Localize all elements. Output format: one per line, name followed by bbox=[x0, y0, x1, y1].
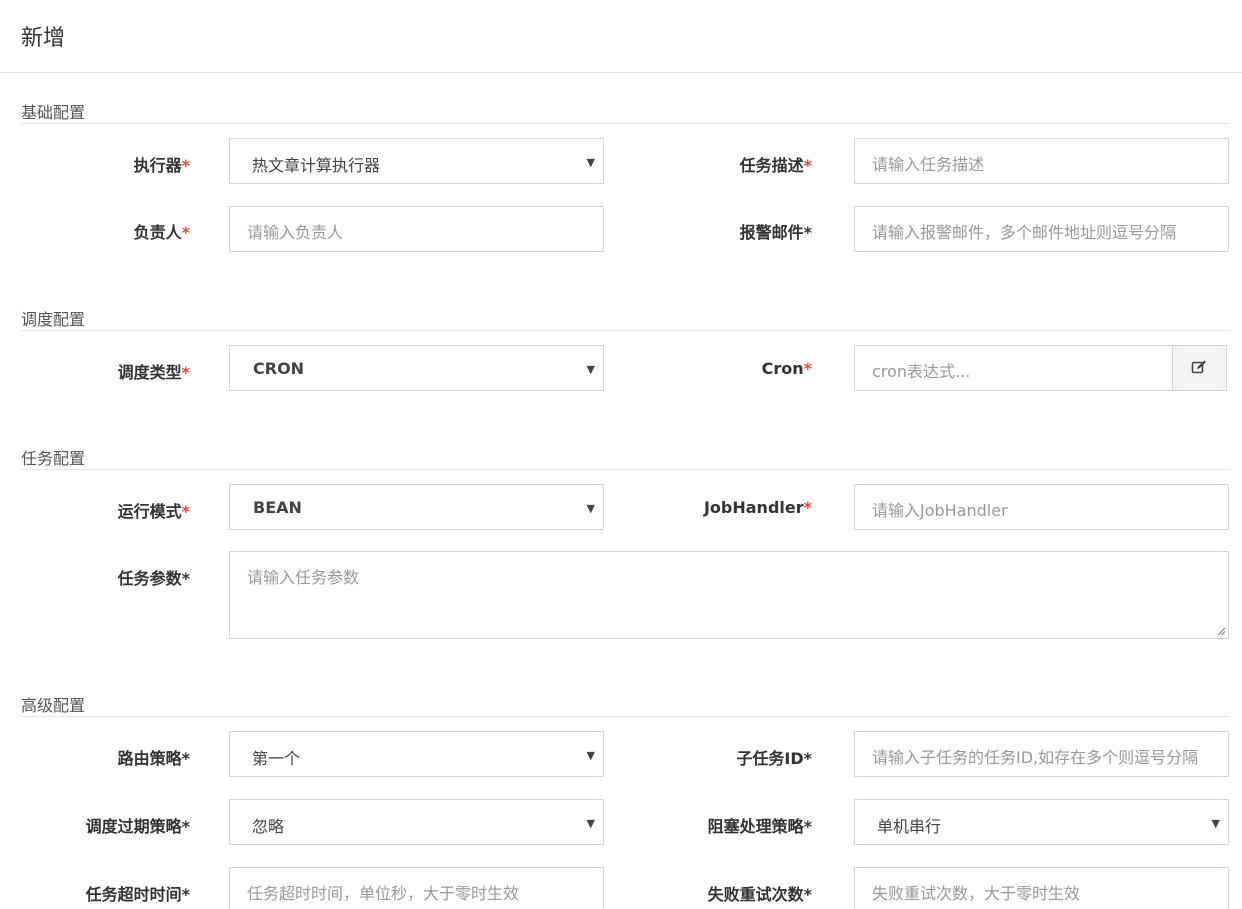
caret-down-icon: ▼ bbox=[586, 817, 595, 830]
cron-label: Cron* bbox=[761, 359, 812, 378]
child-job-id-label: 子任务ID* bbox=[736, 749, 812, 768]
jobhandler-input[interactable]: 请输入JobHandler bbox=[854, 484, 1229, 530]
block-strategy-label: 阻塞处理策略* bbox=[707, 817, 812, 836]
section-divider-schedule bbox=[21, 330, 1229, 331]
run-mode-value: BEAN bbox=[253, 498, 302, 517]
schedule-type-select[interactable]: CRON ▼ bbox=[229, 345, 604, 391]
task-params-label: 任务参数* bbox=[117, 569, 190, 588]
block-strategy-value: 单机串行 bbox=[877, 817, 942, 836]
task-desc-placeholder: 请输入任务描述 bbox=[872, 155, 985, 174]
run-mode-select[interactable]: BEAN ▼ bbox=[229, 484, 604, 530]
modal-title: 新增 bbox=[21, 26, 66, 51]
cron-edit-button[interactable] bbox=[1172, 346, 1226, 390]
misfire-strategy-value: 忽略 bbox=[252, 817, 285, 836]
section-title-task: 任务配置 bbox=[21, 449, 86, 468]
jobhandler-placeholder: 请输入JobHandler bbox=[872, 501, 1008, 520]
retry-count-placeholder: 失败重试次数，大于零时生效 bbox=[872, 884, 1081, 903]
owner-placeholder: 请输入负责人 bbox=[247, 223, 344, 242]
child-job-id-input[interactable]: 请输入子任务的任务ID,如存在多个则逗号分隔 bbox=[854, 731, 1229, 777]
executor-label: 执行器* bbox=[133, 156, 190, 175]
executor-select[interactable]: 热文章计算执行器 ▼ bbox=[229, 138, 604, 184]
alarm-email-input[interactable]: 请输入报警邮件，多个邮件地址则逗号分隔 bbox=[854, 206, 1229, 252]
caret-down-icon: ▼ bbox=[586, 363, 595, 376]
timeout-label: 任务超时时间* bbox=[85, 885, 190, 904]
jobhandler-label: JobHandler* bbox=[703, 498, 812, 517]
cron-placeholder: cron表达式... bbox=[872, 362, 971, 381]
edit-icon bbox=[1191, 360, 1206, 374]
misfire-strategy-select[interactable]: 忽略 ▼ bbox=[229, 799, 604, 845]
resize-handle-icon[interactable] bbox=[1216, 626, 1226, 636]
section-title-basic: 基础配置 bbox=[21, 103, 86, 122]
alarm-email-label: 报警邮件* bbox=[739, 223, 812, 242]
cron-input[interactable]: cron表达式... bbox=[854, 345, 1227, 391]
caret-down-icon: ▼ bbox=[586, 502, 595, 515]
owner-label: 负责人* bbox=[133, 223, 190, 242]
section-title-schedule: 调度配置 bbox=[21, 310, 86, 329]
caret-down-icon: ▼ bbox=[1211, 817, 1220, 830]
task-desc-input[interactable]: 请输入任务描述 bbox=[854, 138, 1229, 184]
child-job-id-placeholder: 请输入子任务的任务ID,如存在多个则逗号分隔 bbox=[872, 748, 1199, 767]
retry-count-label: 失败重试次数* bbox=[707, 885, 812, 904]
route-strategy-label: 路由策略* bbox=[117, 749, 190, 768]
schedule-type-label: 调度类型* bbox=[117, 363, 190, 382]
section-divider-advanced bbox=[21, 716, 1229, 717]
route-strategy-value: 第一个 bbox=[252, 749, 301, 768]
task-params-placeholder: 请输入任务参数 bbox=[247, 568, 360, 587]
executor-selected-value: 热文章计算执行器 bbox=[252, 156, 381, 175]
block-strategy-select[interactable]: 单机串行 ▼ bbox=[854, 799, 1229, 845]
timeout-placeholder: 任务超时时间，单位秒，大于零时生效 bbox=[247, 884, 520, 903]
retry-count-input[interactable]: 失败重试次数，大于零时生效 bbox=[854, 867, 1229, 909]
alarm-email-placeholder: 请输入报警邮件，多个邮件地址则逗号分隔 bbox=[872, 223, 1177, 242]
section-divider-task bbox=[21, 469, 1229, 470]
section-title-advanced: 高级配置 bbox=[21, 696, 86, 715]
task-desc-label: 任务描述* bbox=[739, 156, 812, 175]
task-params-textarea[interactable]: 请输入任务参数 bbox=[229, 551, 1229, 639]
section-divider-basic bbox=[21, 123, 1229, 124]
header-divider bbox=[0, 72, 1242, 73]
timeout-input[interactable]: 任务超时时间，单位秒，大于零时生效 bbox=[229, 867, 604, 909]
caret-down-icon: ▼ bbox=[586, 749, 595, 762]
misfire-strategy-label: 调度过期策略* bbox=[85, 817, 190, 836]
schedule-type-value: CRON bbox=[253, 359, 305, 378]
owner-input[interactable]: 请输入负责人 bbox=[229, 206, 604, 252]
run-mode-label: 运行模式* bbox=[117, 502, 190, 521]
route-strategy-select[interactable]: 第一个 ▼ bbox=[229, 731, 604, 777]
caret-down-icon: ▼ bbox=[586, 156, 595, 169]
